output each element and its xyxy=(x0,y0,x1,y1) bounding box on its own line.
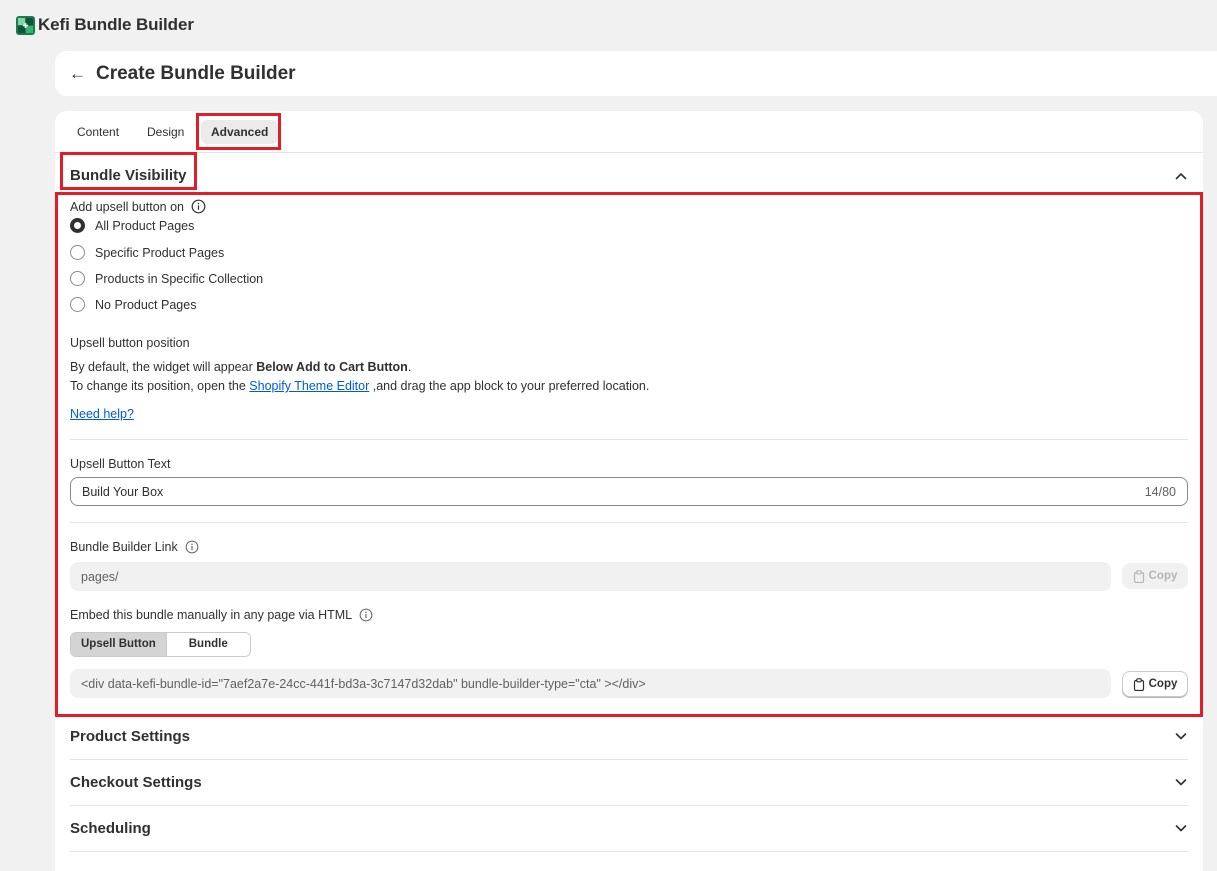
info-icon[interactable] xyxy=(185,540,199,554)
position-line1-suffix: . xyxy=(407,360,412,374)
bundle-builder-link-label-text: Bundle Builder Link xyxy=(70,540,178,554)
embed-type-segmented: Upsell Button Bundle xyxy=(70,632,251,657)
position-line1-bold: Below Add to Cart Button xyxy=(256,360,408,374)
divider xyxy=(70,851,1188,852)
radio-label: No Product Pages xyxy=(95,297,197,312)
product-settings-title: Product Settings xyxy=(70,728,191,745)
chevron-down-icon[interactable] xyxy=(1173,820,1189,836)
checkout-settings-title: Checkout Settings xyxy=(70,774,202,791)
radio-label: Products in Specific Collection xyxy=(95,271,264,286)
segment-bundle[interactable]: Bundle xyxy=(165,633,250,656)
position-line2-prefix: To change its position, open the xyxy=(70,379,250,393)
info-icon[interactable] xyxy=(191,199,206,214)
section-product-settings[interactable]: Product Settings xyxy=(55,714,1203,760)
main-card: Content Design Advanced Bundle Visibilit… xyxy=(55,111,1203,871)
need-help-link[interactable]: Need help? xyxy=(70,407,134,421)
shopify-theme-editor-link[interactable]: Shopify Theme Editor xyxy=(249,379,369,393)
tab-advanced[interactable]: Advanced xyxy=(201,120,279,144)
position-line2-suffix: ,and drag the app block to your preferre… xyxy=(369,379,650,393)
radio-no-product-pages[interactable]: No Product Pages xyxy=(70,297,196,312)
kefi-logo-icon xyxy=(16,15,35,35)
info-icon[interactable] xyxy=(359,608,373,622)
radio-specific-collection[interactable]: Products in Specific Collection xyxy=(70,271,263,286)
divider xyxy=(70,522,1188,523)
chevron-up-icon[interactable] xyxy=(1173,168,1189,184)
page-title-bar: ← Create Bundle Builder xyxy=(55,51,1217,96)
embed-html-label: Embed this bundle manually in any page v… xyxy=(70,608,373,622)
bundle-builder-link-field[interactable]: pages/ xyxy=(70,562,1111,591)
position-description-line1: By default, the widget will appear Below… xyxy=(70,360,411,374)
tab-content[interactable]: Content xyxy=(67,120,129,144)
copy-embed-button[interactable]: Copy xyxy=(1122,671,1188,697)
radio-button-selected[interactable] xyxy=(70,218,85,233)
radio-button[interactable] xyxy=(70,271,85,286)
segment-upsell-button[interactable]: Upsell Button xyxy=(71,633,166,656)
page-title: Create Bundle Builder xyxy=(96,62,296,84)
scheduling-title: Scheduling xyxy=(70,820,151,837)
bundle-visibility-title[interactable]: Bundle Visibility xyxy=(70,167,186,184)
copy-label: Copy xyxy=(1148,678,1178,690)
position-line1-prefix: By default, the widget will appear xyxy=(70,360,257,374)
add-upsell-label-text: Add upsell button on xyxy=(70,200,184,214)
section-checkout-settings[interactable]: Checkout Settings xyxy=(55,760,1203,806)
app-title: Kefi Bundle Builder xyxy=(38,15,194,34)
character-counter: 14/80 xyxy=(1144,484,1176,499)
upsell-position-label: Upsell button position xyxy=(70,336,190,350)
back-arrow-icon[interactable]: ← xyxy=(69,65,86,82)
add-upsell-label: Add upsell button on xyxy=(70,199,206,214)
bundle-builder-link-label: Bundle Builder Link xyxy=(70,540,199,554)
tab-design[interactable]: Design xyxy=(137,120,194,144)
tab-bar: Content Design Advanced xyxy=(55,111,1203,153)
copy-label: Copy xyxy=(1148,570,1178,582)
radio-all-product-pages[interactable]: All Product Pages xyxy=(70,218,194,233)
divider xyxy=(70,439,1188,440)
clipboard-icon xyxy=(1133,677,1144,691)
radio-specific-product-pages[interactable]: Specific Product Pages xyxy=(70,245,224,260)
app-header: Kefi Bundle Builder xyxy=(0,0,1217,50)
clipboard-icon xyxy=(1133,569,1144,583)
copy-link-button[interactable]: Copy xyxy=(1122,563,1188,589)
chevron-down-icon[interactable] xyxy=(1173,728,1189,744)
position-description-line2: To change its position, open the Shopify… xyxy=(70,379,649,393)
embed-code-field[interactable]: <div data-kefi-bundle-id="7aef2a7e-24cc-… xyxy=(70,669,1111,698)
upsell-button-text-label: Upsell Button Text xyxy=(70,457,171,471)
radio-button[interactable] xyxy=(70,245,85,260)
chevron-down-icon[interactable] xyxy=(1173,774,1189,790)
radio-label: Specific Product Pages xyxy=(95,245,225,260)
radio-label: All Product Pages xyxy=(95,218,195,233)
radio-button[interactable] xyxy=(70,297,85,312)
upsell-button-text-value[interactable]: Build Your Box xyxy=(82,485,1145,499)
embed-html-label-text: Embed this bundle manually in any page v… xyxy=(70,608,352,622)
upsell-button-text-input[interactable]: Build Your Box 14/80 xyxy=(70,477,1188,506)
section-scheduling[interactable]: Scheduling xyxy=(55,806,1203,852)
